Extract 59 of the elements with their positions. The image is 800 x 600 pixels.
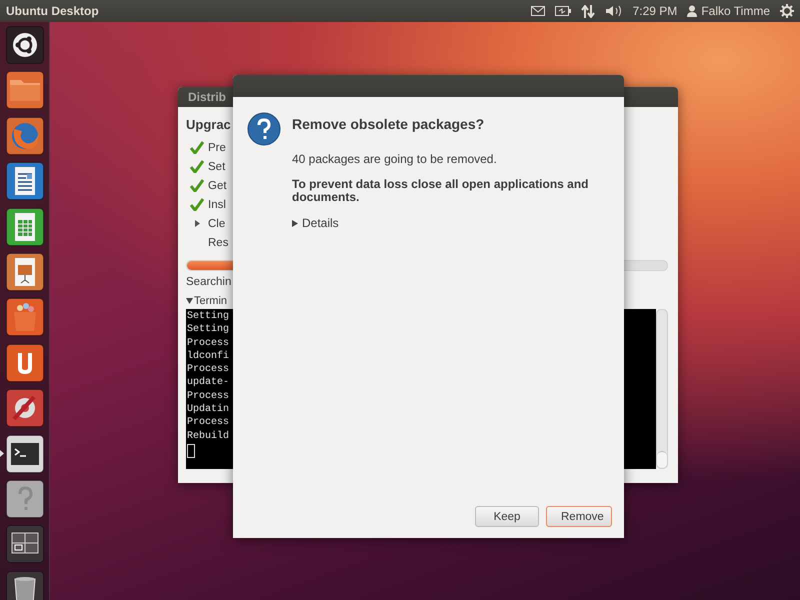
scroll-thumb[interactable] xyxy=(657,451,667,468)
step-label: Pre xyxy=(208,142,226,154)
desktop-title: Ubuntu Desktop xyxy=(6,4,99,18)
expander-label[interactable]: Details xyxy=(302,216,339,230)
check-icon xyxy=(190,198,204,211)
globe-icon[interactable] xyxy=(6,116,44,155)
dialog-title: Remove obsolete packages? xyxy=(292,116,486,132)
remove-button[interactable]: Remove xyxy=(546,506,612,527)
upgrade-heading: Upgrac xyxy=(186,117,231,132)
step-label: Set xyxy=(208,160,226,172)
keep-button[interactable]: Keep xyxy=(475,506,539,527)
terminal-line: Setting xyxy=(187,323,230,337)
step-label: Res xyxy=(208,236,228,248)
terminal-expander[interactable]: Termin xyxy=(186,295,668,307)
check-icon xyxy=(190,179,204,192)
clock[interactable]: 7:29 PM xyxy=(632,4,678,18)
terminal-line: Rebuild xyxy=(187,430,230,443)
warning-text: To prevent data loss close all open applications and documents. xyxy=(292,178,590,204)
triangle-icon xyxy=(194,220,200,227)
terminal-line: Updatin xyxy=(187,403,230,416)
question-mark-icon[interactable] xyxy=(6,480,44,518)
terminal-line: Process xyxy=(187,390,230,404)
terminal-line: Process xyxy=(187,416,230,430)
check-icon xyxy=(190,160,204,173)
trash-icon[interactable] xyxy=(6,570,44,600)
window-title: Distrib xyxy=(188,90,226,104)
document-icon[interactable] xyxy=(6,162,44,200)
dialog-message: 40 packages are going to be removed. xyxy=(292,152,498,166)
terminal-line: Setting xyxy=(187,310,230,324)
folder-icon[interactable] xyxy=(6,71,44,110)
step-label: Insl xyxy=(208,198,226,210)
mail-icon[interactable] xyxy=(530,6,545,16)
terminal-icon[interactable] xyxy=(6,434,44,473)
cursor xyxy=(187,444,195,458)
details-expander[interactable]: Details xyxy=(292,216,592,230)
terminal-line: ldconfi xyxy=(187,350,230,364)
presentation-icon[interactable] xyxy=(6,252,44,291)
scrollbar[interactable] xyxy=(656,309,668,469)
network-icon[interactable] xyxy=(580,4,595,18)
terminal-line: Process xyxy=(187,336,230,350)
battery-icon[interactable] xyxy=(554,6,571,16)
terminal-line: update- xyxy=(187,376,230,390)
ubuntu-logo-icon[interactable] xyxy=(6,26,44,64)
check-icon xyxy=(190,141,204,154)
terminal-line: Process xyxy=(187,363,230,376)
step-label: Get xyxy=(208,180,227,192)
running-indicator-icon xyxy=(0,450,4,457)
question-icon xyxy=(247,112,281,146)
expander-label[interactable]: Termin xyxy=(194,295,228,307)
volume-icon[interactable] xyxy=(604,5,623,17)
user-name[interactable]: Falko Timme xyxy=(701,4,770,18)
cloud-u-icon[interactable] xyxy=(6,344,44,382)
step-label: Cle xyxy=(208,218,226,230)
workspaces-icon[interactable] xyxy=(6,525,44,564)
shopping-bag-icon[interactable] xyxy=(6,298,44,336)
user-icon[interactable] xyxy=(687,5,698,17)
spreadsheet-icon[interactable] xyxy=(6,208,44,246)
settings-icon[interactable] xyxy=(780,4,794,18)
status-text: Searchin xyxy=(186,276,232,288)
